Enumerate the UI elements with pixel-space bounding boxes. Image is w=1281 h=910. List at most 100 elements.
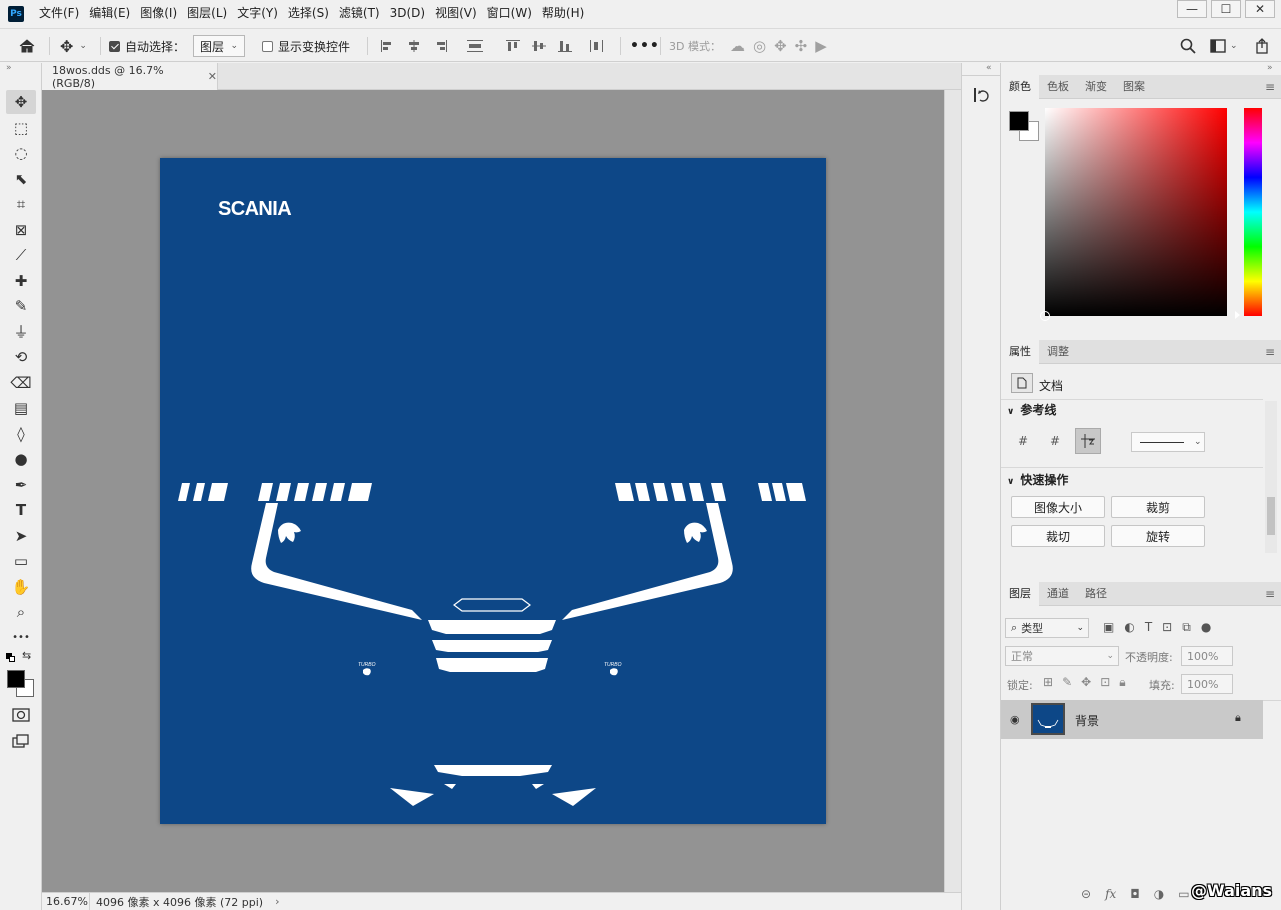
align-top-icon[interactable] (505, 39, 521, 53)
rectangle-tool[interactable]: ▭ (6, 549, 36, 573)
frame-tool[interactable]: ⊠ (6, 218, 36, 242)
distribute-horizontal-icon[interactable] (464, 39, 486, 53)
smart-object-filter-icon[interactable]: ⧉ (1182, 620, 1191, 635)
lock-transparent-icon[interactable]: ⊞ (1043, 675, 1053, 690)
dodge-tool[interactable]: ● (6, 447, 36, 471)
properties-panel-tab-1[interactable]: 调整 (1039, 340, 1077, 364)
layers-panel-tab-0[interactable]: 图层 (1001, 582, 1039, 606)
properties-scrollbar[interactable] (1265, 401, 1277, 553)
home-icon[interactable] (18, 29, 36, 63)
move-tool-preset[interactable]: ✥ ⌄ (60, 29, 87, 63)
blend-mode-dropdown[interactable]: 正常 ⌄ (1005, 646, 1119, 666)
fill-input[interactable]: 100% (1181, 674, 1233, 694)
3d-scale-icon[interactable]: ▶ (815, 37, 827, 55)
pixel-layer-filter-icon[interactable]: ▣ (1103, 620, 1114, 635)
align-bottom-icon[interactable] (557, 39, 573, 53)
swap-colors-icon[interactable]: ⇆ (22, 649, 31, 662)
panel-menu-icon[interactable]: ≡ (1265, 587, 1275, 601)
3d-roll-icon[interactable]: ◎ (753, 37, 766, 55)
menu-item[interactable]: 选择(S) (283, 0, 334, 27)
quick-mask-icon[interactable] (12, 707, 30, 726)
color-panel-tab-1[interactable]: 色板 (1039, 75, 1077, 99)
layers-panel-tab-1[interactable]: 通道 (1039, 582, 1077, 606)
zoom-level[interactable]: 16.67% (42, 892, 90, 910)
grid-icon[interactable]: # (1015, 433, 1031, 449)
eyedropper-tool[interactable]: ⟋ (6, 243, 36, 267)
move-tool[interactable]: ✥ (6, 90, 36, 114)
close-icon[interactable]: ✕ (208, 70, 217, 83)
align-middle-icon[interactable] (531, 39, 547, 53)
hand-tool[interactable]: ✋ (6, 575, 36, 599)
auto-select-target-dropdown[interactable]: 图层 ⌄ (193, 29, 245, 63)
color-panel-tab-2[interactable]: 渐变 (1077, 75, 1115, 99)
color-picker-field[interactable] (1040, 108, 1227, 321)
trim-button[interactable]: 裁切 (1011, 525, 1105, 547)
layer-filter-dropdown[interactable]: ⌕ 类型 ⌄ (1005, 618, 1089, 638)
3d-slide-icon[interactable]: ✣ (795, 37, 808, 55)
color-panel-foreground-swatch[interactable] (1009, 111, 1029, 131)
crop-button[interactable]: 裁剪 (1111, 496, 1205, 518)
filter-toggle-icon[interactable]: ● (1201, 620, 1211, 635)
menu-item[interactable]: 编辑(E) (84, 0, 135, 27)
guide-line-style-dropdown[interactable]: ⌄ (1131, 432, 1205, 452)
minimize-button[interactable]: — (1177, 0, 1207, 18)
adjustment-layer-icon[interactable]: ◑ (1154, 887, 1164, 901)
blur-tool[interactable]: ◊ (6, 422, 36, 446)
3d-pan-icon[interactable]: ✥ (774, 37, 787, 55)
align-right-icon[interactable] (432, 39, 448, 53)
distribute-vertical-icon[interactable] (589, 39, 605, 53)
link-layers-icon[interactable]: ⊝ (1081, 887, 1091, 901)
transform-controls-checkbox[interactable]: 显示变换控件 (262, 29, 350, 63)
rotate-button[interactable]: 旋转 (1111, 525, 1205, 547)
more-tools[interactable]: ••• (6, 626, 36, 650)
menu-item[interactable]: 图像(I) (135, 0, 182, 27)
gradient-tool[interactable]: ▤ (6, 396, 36, 420)
layer-row[interactable]: ◉ 背景 🔒︎ (1001, 700, 1263, 739)
object-select-tool[interactable]: ⬉ (6, 167, 36, 191)
guides-section-header[interactable]: ∨ 参考线 (1007, 401, 1056, 418)
healing-brush-tool[interactable]: ✚ (6, 269, 36, 293)
type-tool[interactable]: T (6, 498, 36, 522)
grid-lock-icon[interactable]: # (1047, 433, 1063, 449)
menu-item[interactable]: 视图(V) (430, 0, 482, 27)
more-options-icon[interactable]: ••• (630, 29, 660, 63)
eye-icon[interactable]: ◉ (1010, 713, 1020, 726)
crop-tool[interactable]: ⌗ (6, 192, 36, 216)
menu-item[interactable]: 3D(D) (385, 0, 430, 27)
menu-item[interactable]: 滤镜(T) (334, 0, 385, 27)
auto-select-checkbox[interactable]: 自动选择： (109, 29, 185, 63)
panel-menu-icon[interactable]: ≡ (1265, 80, 1275, 94)
3d-orbit-icon[interactable]: ☁ (730, 37, 745, 55)
color-picker-handle[interactable] (1040, 311, 1050, 321)
vertical-scrollbar[interactable] (944, 90, 961, 892)
close-button[interactable]: ✕ (1245, 0, 1275, 18)
menu-item[interactable]: 图层(L) (182, 0, 232, 27)
panel-menu-icon[interactable]: ≡ (1265, 345, 1275, 359)
menu-item[interactable]: 窗口(W) (482, 0, 537, 27)
opacity-input[interactable]: 100% (1181, 646, 1233, 666)
screen-mode-icon[interactable] (12, 733, 30, 752)
lock-all-icon[interactable]: 🔒︎ (1119, 675, 1125, 690)
lasso-tool[interactable]: ◌ (6, 141, 36, 165)
eraser-tool[interactable]: ⌫ (6, 371, 36, 395)
default-colors-icon[interactable] (6, 653, 16, 663)
path-select-tool[interactable]: ➤ (6, 524, 36, 548)
history-brush-tool[interactable]: ⟲ (6, 345, 36, 369)
workspace-icon[interactable]: ⌄ (1210, 29, 1238, 63)
clone-stamp-tool[interactable]: ⏚ (6, 320, 36, 344)
maximize-button[interactable]: ☐ (1211, 0, 1241, 18)
expand-icon[interactable]: « (986, 63, 992, 73)
document-canvas[interactable]: SCANIA TURBO TURBO (160, 158, 826, 824)
collapse-icon[interactable]: » (6, 63, 12, 73)
canvas-area[interactable]: SCANIA TURBO TURBO (42, 90, 944, 892)
color-panel-tab-3[interactable]: 图案 (1115, 75, 1153, 99)
search-icon[interactable] (1180, 29, 1196, 63)
hue-slider[interactable] (1244, 108, 1262, 316)
properties-panel-tab-0[interactable]: 属性 (1001, 340, 1039, 364)
brush-tool[interactable]: ✎ (6, 294, 36, 318)
collapse-panels-icon[interactable]: » (1267, 63, 1273, 73)
lock-image-icon[interactable]: ✎ (1062, 675, 1072, 690)
lock-artboard-icon[interactable]: ⊡ (1100, 675, 1110, 690)
zoom-tool[interactable]: ⌕ (6, 600, 36, 624)
menu-item[interactable]: 文字(Y) (232, 0, 283, 27)
